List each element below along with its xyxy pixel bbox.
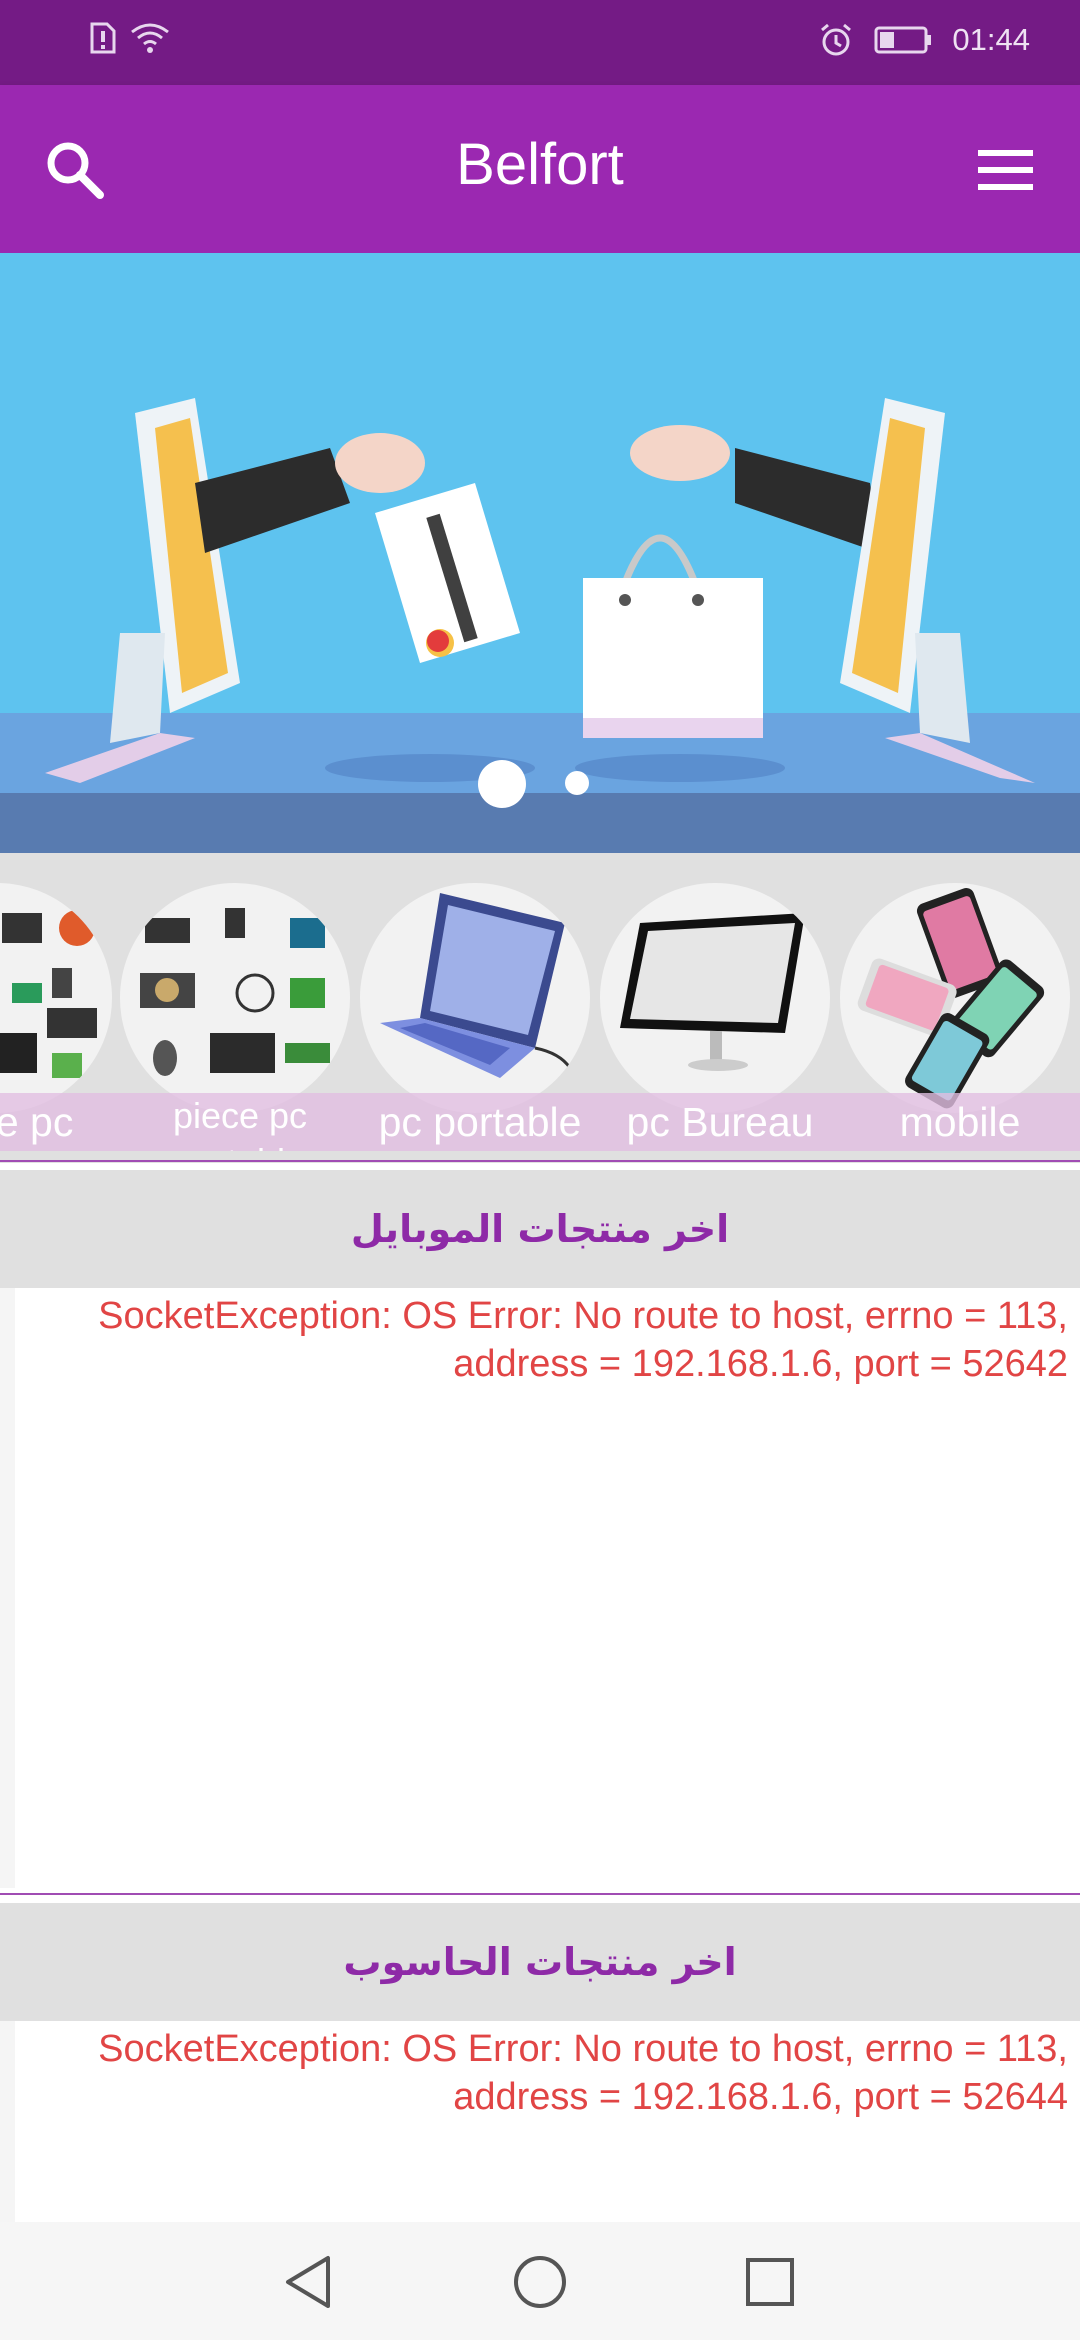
app-bar: Belfort — [0, 85, 1080, 253]
app-title: Belfort — [456, 132, 624, 197]
battery-icon — [874, 26, 932, 54]
status-right-icons: 01:44 — [818, 22, 1030, 58]
category-strip[interactable]: piece pc piece pc portable pc portable p… — [0, 853, 1080, 1163]
recents-icon[interactable] — [740, 2252, 800, 2312]
section-gutter — [0, 1288, 15, 1888]
pc-parts-icon — [0, 910, 97, 1078]
category-item-piece-pc-portable[interactable] — [120, 883, 350, 1113]
back-icon[interactable] — [280, 2252, 340, 2312]
system-nav-bar — [0, 2222, 1080, 2340]
divider — [0, 1893, 1080, 1895]
category-image-pc-portable — [360, 883, 590, 1113]
section-gutter — [0, 2021, 15, 2222]
category-label-pc-portable: pc portable — [378, 1099, 582, 1145]
section-title-computer: اخر منتجات الحاسوب — [0, 1903, 1080, 2021]
status-time: 01:44 — [952, 22, 1030, 57]
desktop-monitor-icon — [620, 913, 805, 1071]
laptop-parts-icon — [140, 908, 330, 1076]
category-image-pc-bureau — [600, 883, 830, 1113]
category-image-piece-pc — [0, 883, 112, 1113]
error-message-computer: SocketException: OS Error: No route to h… — [98, 2028, 1068, 2118]
category-image-piece-pc-portable — [120, 883, 350, 1113]
smartphones-icon — [857, 888, 1045, 1109]
home-icon[interactable] — [510, 2252, 570, 2312]
section-body-mobile: SocketException: OS Error: No route to h… — [15, 1288, 1080, 1888]
promo-banner[interactable] — [0, 253, 1080, 853]
alarm-icon — [821, 23, 852, 56]
status-bar: 01:44 — [0, 0, 1080, 85]
laptop-icon — [380, 893, 572, 1078]
wifi-icon — [131, 23, 169, 53]
status-left-icons — [90, 22, 170, 54]
category-item-mobile[interactable] — [840, 883, 1070, 1113]
sim-alert-icon — [90, 22, 116, 54]
banner-illustration — [0, 398, 1080, 853]
category-label-piece-pc: piece pc — [0, 1099, 74, 1145]
category-label-piece-pc-portable: piece pc portable — [172, 1095, 308, 1151]
category-label-pc-bureau: pc Bureau — [626, 1099, 814, 1145]
error-message-mobile: SocketException: OS Error: No route to h… — [98, 1295, 1068, 1385]
carousel-dot-active[interactable] — [478, 760, 526, 808]
divider — [0, 1160, 1080, 1162]
section-title-mobile: اخر منتجات الموبايل — [0, 1170, 1080, 1288]
category-image-mobile — [840, 883, 1070, 1113]
category-item-pc-bureau[interactable] — [600, 883, 830, 1113]
menu-icon[interactable] — [970, 135, 1040, 205]
category-label-mobile: mobile — [899, 1099, 1021, 1145]
category-item-pc-portable[interactable] — [360, 883, 590, 1113]
category-item-piece-pc[interactable] — [0, 883, 112, 1113]
section-body-computer: SocketException: OS Error: No route to h… — [15, 2021, 1080, 2222]
carousel-dot[interactable] — [565, 771, 589, 795]
